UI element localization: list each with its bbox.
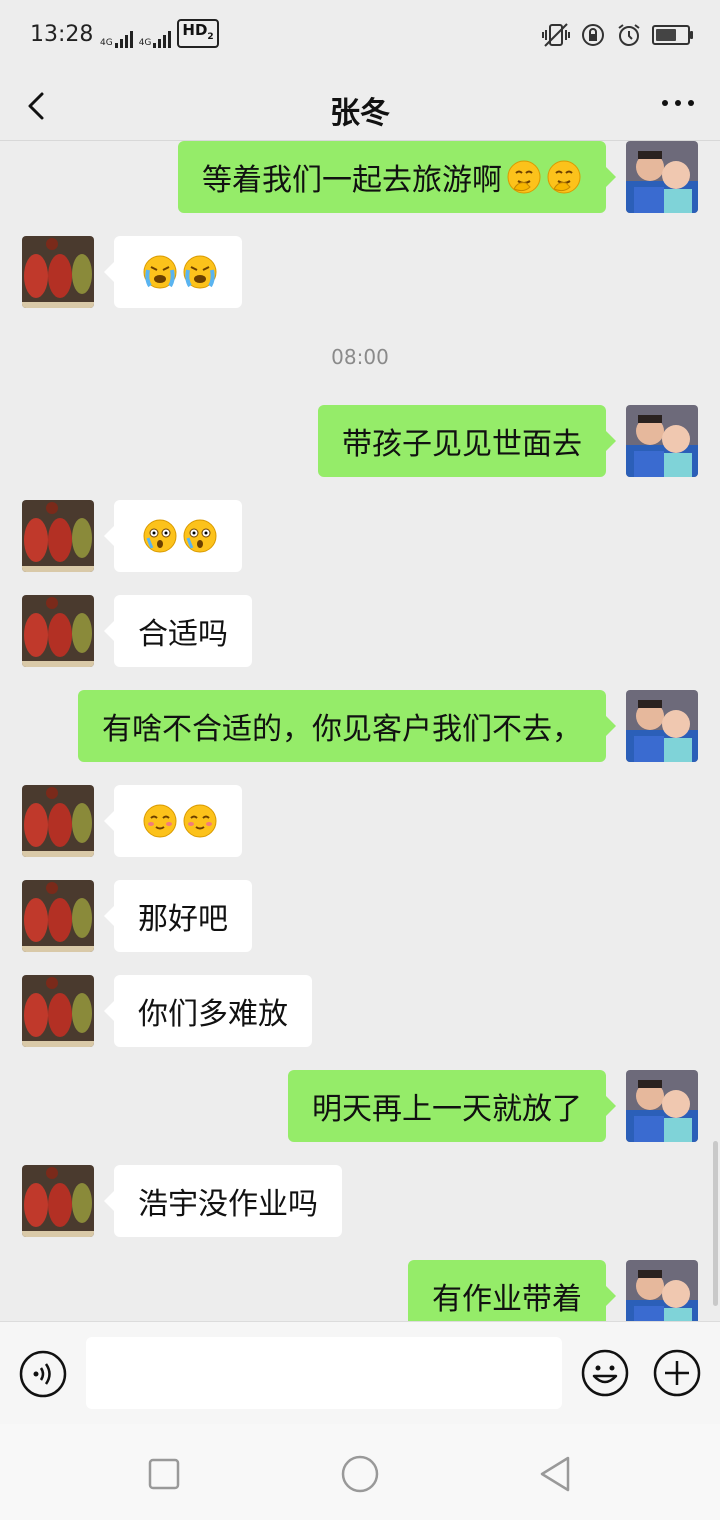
message-bubble[interactable]: [104, 785, 242, 857]
message-bubble[interactable]: 有啥不合适的，你见客户我们不去，: [78, 690, 616, 762]
message-bubble[interactable]: [104, 236, 242, 308]
shy-smile-emoji: [183, 804, 217, 838]
message-bubble[interactable]: 浩宇没作业吗: [104, 1165, 342, 1237]
navigation-bar: [0, 1424, 720, 1520]
signal-1-icon: 4G: [100, 31, 133, 48]
home-icon[interactable]: [340, 1454, 380, 1494]
crying-emoji: [183, 255, 217, 289]
timestamp: 08:00: [331, 345, 389, 369]
message-bubble[interactable]: 等着我们一起去旅游啊: [178, 141, 616, 213]
my-avatar[interactable]: [626, 405, 698, 477]
input-bar: [0, 1321, 720, 1425]
message-bubble[interactable]: [104, 500, 242, 572]
chat-scrollbar[interactable]: [713, 1141, 718, 1306]
chat-title: 张冬: [330, 96, 390, 131]
contact-avatar[interactable]: [22, 500, 94, 572]
signal-indicators: 4G 4G HD2: [100, 19, 219, 48]
my-avatar[interactable]: [626, 1260, 698, 1321]
message-input[interactable]: [86, 1337, 562, 1409]
message-bubble[interactable]: 那好吧: [104, 880, 252, 952]
alarm-icon: [618, 24, 640, 46]
message-bubble[interactable]: 有作业带着: [408, 1260, 616, 1321]
contact-avatar[interactable]: [22, 785, 94, 857]
contact-avatar[interactable]: [22, 880, 94, 952]
recent-apps-icon[interactable]: [144, 1454, 184, 1494]
contact-avatar[interactable]: [22, 236, 94, 308]
more-dots-icon[interactable]: [662, 100, 694, 106]
smirk-hand-emoji: [547, 160, 581, 194]
shocked-emoji: [143, 519, 177, 553]
shocked-emoji: [183, 519, 217, 553]
lock-rotation-icon: [582, 24, 604, 46]
vibrate-icon: [542, 23, 570, 47]
message-bubble[interactable]: 你们多难放: [104, 975, 312, 1047]
contact-avatar[interactable]: [22, 595, 94, 667]
my-avatar[interactable]: [626, 1070, 698, 1142]
my-avatar[interactable]: [626, 141, 698, 213]
battery-icon: [652, 25, 693, 45]
message-bubble[interactable]: 合适吗: [104, 595, 252, 667]
shy-smile-emoji: [143, 804, 177, 838]
voice-icon[interactable]: [19, 1350, 67, 1398]
signal-2-icon: 4G: [139, 31, 172, 48]
plus-icon[interactable]: [652, 1348, 702, 1398]
chat-area[interactable]: 等着我们一起去旅游啊 08:00 带孩子见见世面去 合适吗 有啥不合适的，你见客…: [0, 141, 720, 1321]
contact-avatar[interactable]: [22, 1165, 94, 1237]
hd-icon: HD2: [177, 19, 219, 48]
chat-header: 张冬: [0, 72, 720, 141]
smirk-hand-emoji: [507, 160, 541, 194]
emoji-icon[interactable]: [580, 1348, 630, 1398]
message-bubble[interactable]: 带孩子见见世面去: [318, 405, 616, 477]
message-bubble[interactable]: 明天再上一天就放了: [288, 1070, 616, 1142]
back-icon[interactable]: [536, 1454, 576, 1494]
contact-avatar[interactable]: [22, 975, 94, 1047]
my-avatar[interactable]: [626, 690, 698, 762]
status-bar: 13:28 4G 4G HD2: [0, 0, 720, 72]
status-time: 13:28: [30, 22, 94, 47]
crying-emoji: [143, 255, 177, 289]
status-right: [542, 22, 693, 48]
